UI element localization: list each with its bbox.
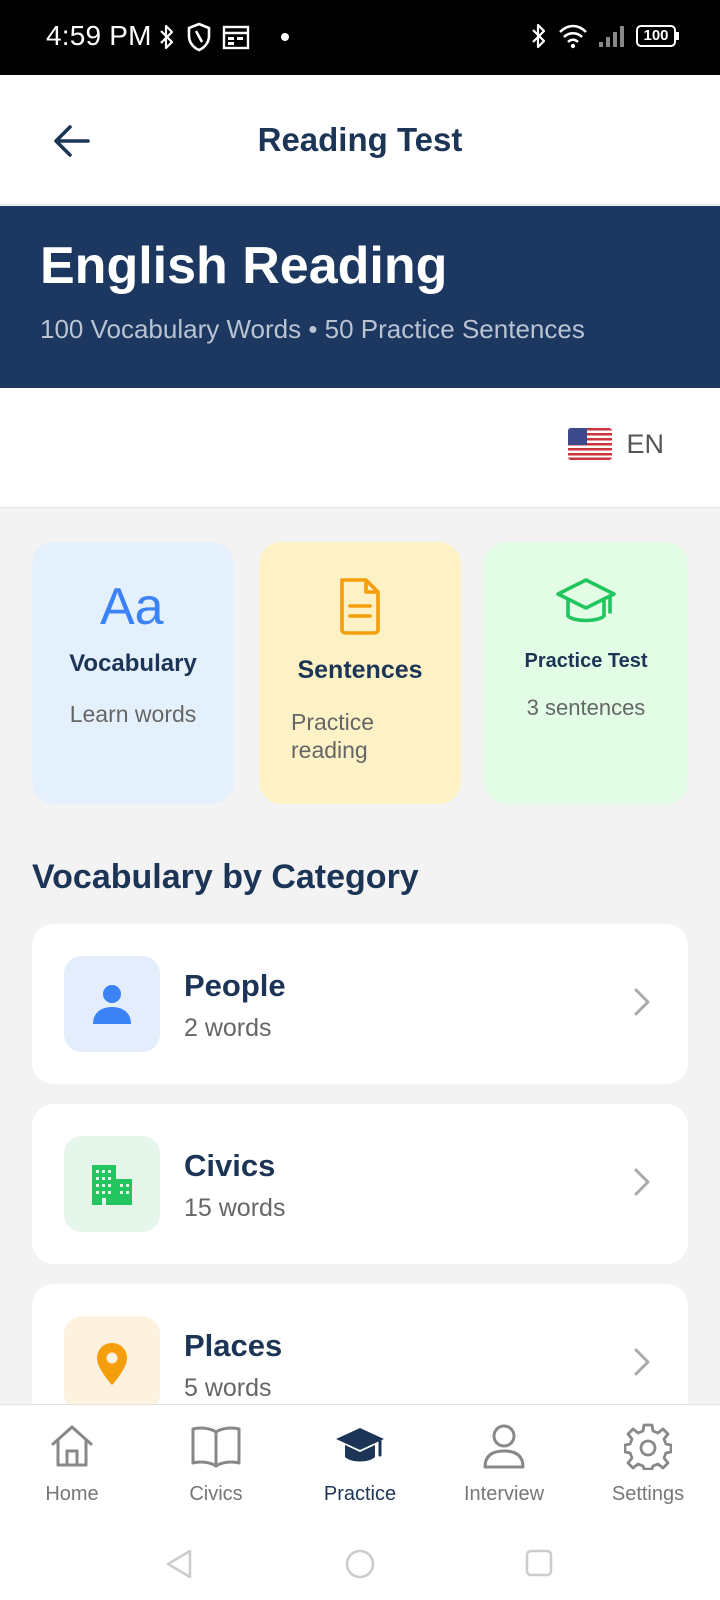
- nav-label: Interview: [463, 1483, 545, 1505]
- chevron-right-icon: [632, 986, 652, 1023]
- language-code: EN: [626, 428, 664, 459]
- system-navigation: [0, 1530, 720, 1600]
- status-bar: 4:59 PM 100: [0, 0, 720, 75]
- battery-icon: 100: [636, 25, 680, 47]
- chevron-right-icon: [632, 1346, 652, 1383]
- category-card-places[interactable]: Places 5 words: [32, 1284, 688, 1404]
- nav-label: Home: [45, 1483, 99, 1505]
- wifi-icon: [558, 23, 588, 49]
- nav-civics[interactable]: Civics: [144, 1419, 288, 1506]
- status-icons-right: 100: [530, 22, 680, 50]
- category-card-civics[interactable]: Civics 15 words: [32, 1104, 688, 1264]
- hero-banner: English Reading 100 Vocabulary Words • 5…: [0, 206, 720, 388]
- section-title: Vocabulary by Category: [32, 858, 419, 896]
- recents-square-icon[interactable]: [524, 1548, 554, 1583]
- graduation-cap-icon: [288, 1419, 432, 1473]
- svg-text:Aa: Aa: [100, 578, 164, 632]
- practice-test-card-title: Practice Test: [524, 650, 648, 672]
- bluetooth-icon: [530, 22, 548, 50]
- bottom-navigation: Home Civics Practice Interview Settings: [0, 1404, 720, 1530]
- hero-title: English Reading: [40, 237, 448, 295]
- nav-interview[interactable]: Interview: [432, 1419, 576, 1506]
- hero-subtitle: 100 Vocabulary Words • 50 Practice Sente…: [40, 314, 585, 344]
- gear-icon: [576, 1419, 720, 1473]
- category-count: 2 words: [184, 1014, 272, 1042]
- category-name: Civics: [184, 1148, 276, 1183]
- home-icon: [0, 1419, 144, 1473]
- notification-dot-icon: [280, 32, 290, 42]
- sentences-card-title: Sentences: [297, 656, 423, 684]
- vocabulary-card-subtitle: Learn words: [69, 701, 197, 727]
- home-circle-icon[interactable]: [344, 1548, 376, 1585]
- buildings-icon: [64, 1136, 160, 1232]
- category-name: Places: [184, 1328, 283, 1363]
- bluetooth-icon: [158, 23, 176, 51]
- nav-practice[interactable]: Practice: [288, 1419, 432, 1506]
- calendar-icon: [222, 24, 250, 50]
- chevron-right-icon: [632, 1166, 652, 1203]
- category-count: 5 words: [184, 1374, 272, 1402]
- category-name: People: [184, 968, 286, 1003]
- location-pin-icon: [64, 1316, 160, 1404]
- document-icon: [259, 576, 461, 636]
- person-icon: [64, 956, 160, 1052]
- vocabulary-card-title: Vocabulary: [69, 650, 197, 677]
- graduation-cap-icon: [484, 576, 688, 628]
- practice-test-card-subtitle: 3 sentences: [526, 695, 646, 720]
- sentences-card-subtitle: Practice reading: [291, 709, 375, 763]
- nav-label: Practice: [323, 1483, 397, 1505]
- nav-label: Settings: [611, 1483, 685, 1505]
- nav-label: Civics: [189, 1483, 243, 1505]
- battery-level: 100: [643, 27, 669, 44]
- sentences-card[interactable]: Sentences Practice reading: [259, 542, 461, 804]
- scroll-content[interactable]: 4:59 PM 100 Reading Test English Reading…: [0, 0, 720, 1404]
- status-icons-left: [158, 22, 290, 52]
- nav-settings[interactable]: Settings: [576, 1419, 720, 1506]
- language-switch[interactable]: EN: [568, 428, 664, 460]
- category-card-people[interactable]: People 2 words: [32, 924, 688, 1084]
- app-bar: Reading Test: [0, 75, 720, 205]
- book-icon: [144, 1419, 288, 1473]
- language-row: EN: [0, 388, 720, 508]
- shield-icon: [186, 22, 212, 52]
- person-outline-icon: [432, 1419, 576, 1473]
- category-count: 15 words: [184, 1194, 286, 1222]
- vocabulary-card[interactable]: Aa Vocabulary Learn words: [32, 542, 234, 804]
- page-title: Reading Test: [257, 121, 463, 158]
- signal-icon: [598, 24, 626, 48]
- us-flag-icon: [568, 428, 613, 460]
- status-time: 4:59 PM: [46, 20, 152, 51]
- back-triangle-icon[interactable]: [164, 1548, 194, 1585]
- practice-test-card[interactable]: Practice Test 3 sentences: [484, 542, 688, 804]
- text-aa-icon: Aa: [32, 576, 234, 632]
- nav-home[interactable]: Home: [0, 1419, 144, 1506]
